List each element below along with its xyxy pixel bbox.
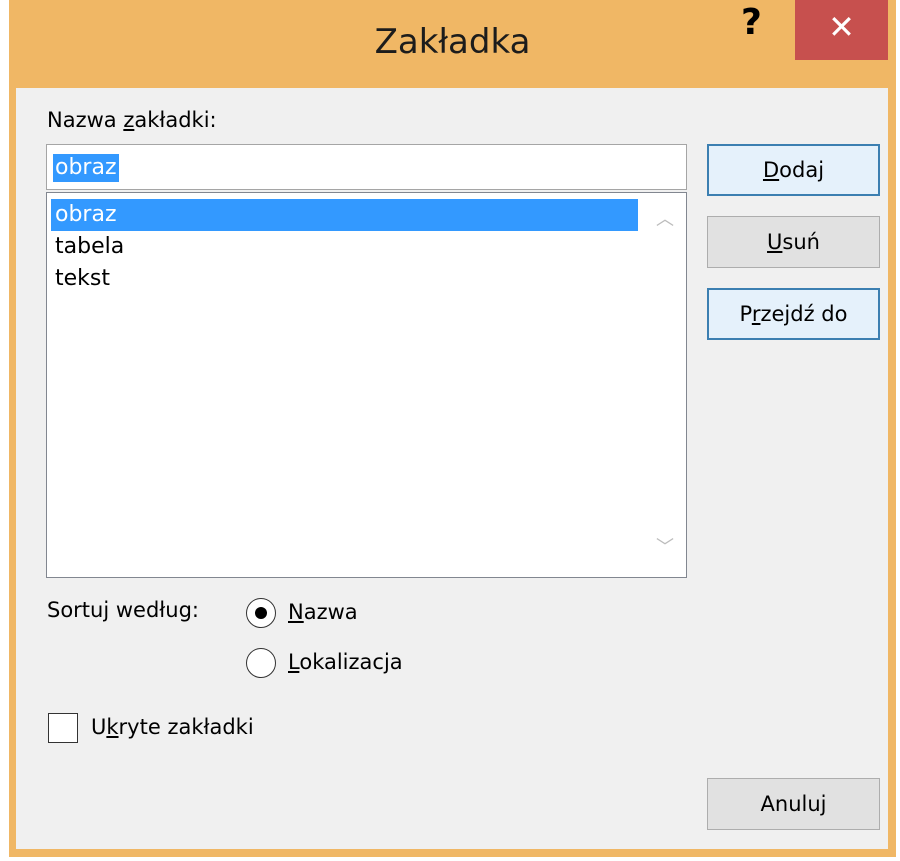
bookmark-name-value: obraz: [53, 154, 119, 182]
delete-button[interactable]: Usuń: [707, 216, 880, 268]
close-icon: ✕: [828, 8, 855, 46]
question-mark-icon: ?: [741, 2, 762, 43]
list-item[interactable]: tekst: [51, 263, 110, 295]
list-scrollbar[interactable]: ︿ ﹀: [645, 193, 685, 577]
add-button[interactable]: Dodaj: [707, 144, 880, 196]
dialog-body: Nazwa zakładki: obraz obraz tabela tekst…: [16, 88, 888, 849]
sort-name-radio[interactable]: [246, 598, 276, 628]
sort-by-label: Sortuj według:: [47, 598, 199, 622]
sort-name-label[interactable]: Nazwa: [288, 600, 358, 624]
cancel-button[interactable]: Anuluj: [707, 778, 880, 830]
goto-button[interactable]: Przejdź do: [707, 288, 880, 340]
bookmark-name-label: Nazwa zakładki:: [47, 108, 217, 132]
scroll-up-icon[interactable]: ︿: [645, 205, 685, 237]
hidden-bookmarks-checkbox[interactable]: [48, 713, 78, 743]
list-item[interactable]: obraz: [51, 199, 638, 231]
close-button[interactable]: ✕: [795, 0, 888, 60]
radio-selected-dot: [255, 607, 267, 619]
sort-location-label[interactable]: Lokalizacja: [288, 650, 403, 674]
help-button[interactable]: ?: [715, 0, 795, 60]
bookmark-name-input[interactable]: obraz: [46, 144, 687, 190]
bookmark-dialog: Zakładka ? ✕ Nazwa zakładki: obraz obraz…: [9, 0, 896, 857]
scroll-down-icon[interactable]: ﹀: [645, 533, 685, 565]
hidden-bookmarks-label[interactable]: Ukryte zakładki: [91, 715, 254, 739]
sort-location-radio[interactable]: [246, 648, 276, 678]
title-bar[interactable]: Zakładka ? ✕: [9, 0, 896, 88]
bookmark-list[interactable]: obraz tabela tekst ︿ ﹀: [46, 192, 687, 578]
list-item[interactable]: tabela: [51, 231, 124, 263]
